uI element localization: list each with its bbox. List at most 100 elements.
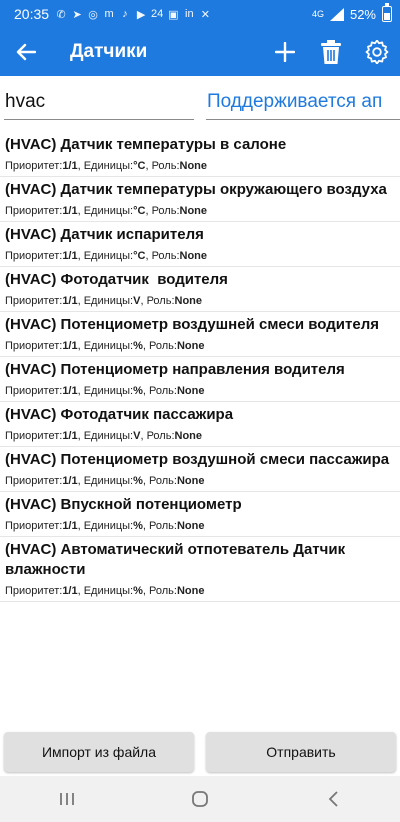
system-nav-bar <box>0 776 400 822</box>
sensor-name: (HVAC) Автоматический отпотеватель Датчи… <box>5 541 346 578</box>
role-label: , Роль: <box>142 340 177 352</box>
settings-button[interactable] <box>354 28 400 76</box>
list-item[interactable]: (HVAC) Фотодатчик водителя Приоритет:1/1… <box>0 267 400 312</box>
sensor-list: (HVAC) Датчик температуры в салоне Приор… <box>0 132 400 602</box>
sensor-meta: Приоритет:1/1, Единицы:V, Роль:None <box>5 290 396 311</box>
battery-icon <box>382 3 392 22</box>
home-button[interactable] <box>170 779 230 819</box>
sensor-meta: Приоритет:1/1, Единицы:V, Роль:None <box>5 425 396 446</box>
sensor-name: (HVAC) Фотодатчик пассажира <box>5 406 234 423</box>
priority-value: 1/1 <box>62 295 78 307</box>
delete-button[interactable] <box>308 28 354 76</box>
list-item[interactable]: (HVAC) Автоматический отпотеватель Датчи… <box>0 537 400 602</box>
priority-value: 1/1 <box>62 585 78 597</box>
priority-label: Приоритет: <box>5 295 63 307</box>
plus-icon <box>275 42 295 62</box>
sensor-name: (HVAC) Потенциометр воздушной смеси пасс… <box>5 451 390 468</box>
app-bar-actions <box>262 28 400 76</box>
list-item[interactable]: (HVAC) Впускной потенциометр Приоритет:1… <box>0 492 400 537</box>
recent-apps-icon <box>59 793 74 805</box>
priority-value: 1/1 <box>62 385 78 397</box>
role-value: None <box>179 205 208 217</box>
units-value: % <box>133 385 143 397</box>
role-label: , Роль: <box>145 205 180 217</box>
battery-percent: 52% <box>349 6 376 22</box>
sensor-name: (HVAC) Датчик испарителя <box>5 226 204 243</box>
role-label: , Роль: <box>142 585 177 597</box>
notification-icon: ▶ <box>136 8 146 21</box>
search-input[interactable] <box>4 84 194 120</box>
priority-label: Приоритет: <box>5 205 63 217</box>
network-label: 4G <box>311 9 324 19</box>
trash-icon <box>321 40 341 64</box>
list-item[interactable]: (HVAC) Датчик температуры в салоне Приор… <box>0 132 400 177</box>
signal-icon <box>329 7 344 21</box>
notification-icon: ✕ <box>200 8 210 21</box>
list-item[interactable]: (HVAC) Фотодатчик пассажира Приоритет:1/… <box>0 402 400 447</box>
recent-apps-button[interactable] <box>37 779 97 819</box>
units-label: , Единицы: <box>77 430 134 442</box>
notification-icon: m <box>104 8 114 20</box>
support-filter-select[interactable]: Поддерживается ап <box>206 84 400 120</box>
gear-icon <box>365 40 389 64</box>
list-item[interactable]: (HVAC) Потенциометр воздушней смеси води… <box>0 312 400 357</box>
list-item[interactable]: (HVAC) Датчик испарителя Приоритет:1/1, … <box>0 222 400 267</box>
units-label: , Единицы: <box>77 385 134 397</box>
units-label: , Единицы: <box>77 475 134 487</box>
priority-label: Приоритет: <box>5 430 63 442</box>
back-button[interactable] <box>0 28 52 76</box>
units-label: , Единицы: <box>77 520 134 532</box>
list-item[interactable]: (HVAC) Датчик температуры окружающего во… <box>0 177 400 222</box>
units-label: , Единицы: <box>77 160 134 172</box>
priority-label: Приоритет: <box>5 160 63 172</box>
sensor-meta: Приоритет:1/1, Единицы:°C, Роль:None <box>5 155 396 176</box>
units-value: °C <box>133 160 146 172</box>
notification-icons: ✆ ➤ ◎ m ♪ ▶ 24 ▣ in ✕ <box>55 8 211 21</box>
role-label: , Роль: <box>145 250 180 262</box>
priority-value: 1/1 <box>62 340 78 352</box>
bottom-action-bar: Импорт из файла Отправить <box>0 732 400 774</box>
list-item[interactable]: (HVAC) Потенциометр воздушной смеси пасс… <box>0 447 400 492</box>
sensor-meta: Приоритет:1/1, Единицы:%, Роль:None <box>5 580 396 601</box>
notification-icon: ♪ <box>122 8 128 20</box>
priority-value: 1/1 <box>62 250 78 262</box>
role-value: None <box>176 340 205 352</box>
sensor-meta: Приоритет:1/1, Единицы:%, Роль:None <box>5 380 396 401</box>
priority-label: Приоритет: <box>5 520 63 532</box>
priority-value: 1/1 <box>62 160 78 172</box>
role-label: , Роль: <box>142 385 177 397</box>
send-button[interactable]: Отправить <box>206 732 396 772</box>
search-row: Поддерживается ап <box>0 84 400 124</box>
role-value: None <box>179 250 208 262</box>
notification-icon: ➤ <box>72 8 82 21</box>
list-item[interactable]: (HVAC) Потенциометр направления водителя… <box>0 357 400 402</box>
notification-icon: ✆ <box>56 8 66 21</box>
sensor-meta: Приоритет:1/1, Единицы:%, Роль:None <box>5 470 396 491</box>
units-value: % <box>133 340 143 352</box>
units-value: °C <box>133 250 146 262</box>
units-value: % <box>133 585 143 597</box>
priority-value: 1/1 <box>62 205 78 217</box>
notification-icon: 24 <box>151 8 164 20</box>
back-nav-button[interactable] <box>303 779 363 819</box>
role-label: , Роль: <box>140 430 175 442</box>
role-label: , Роль: <box>145 160 180 172</box>
role-value: None <box>176 475 205 487</box>
role-value: None <box>176 385 205 397</box>
import-from-file-button[interactable]: Импорт из файла <box>4 732 194 772</box>
units-label: , Единицы: <box>77 340 134 352</box>
role-value: None <box>174 430 203 442</box>
priority-label: Приоритет: <box>5 340 63 352</box>
role-label: , Роль: <box>142 475 177 487</box>
sensor-name: (HVAC) Потенциометр направления водителя <box>5 361 345 378</box>
sensor-name: (HVAC) Впускной потенциометр <box>5 496 242 513</box>
add-button[interactable] <box>262 28 308 76</box>
chevron-left-icon <box>329 791 338 807</box>
sensor-name: (HVAC) Датчик температуры в салоне <box>5 136 287 153</box>
role-value: None <box>176 585 205 597</box>
units-label: , Единицы: <box>77 250 134 262</box>
notification-icon: ◎ <box>88 8 98 21</box>
role-value: None <box>174 295 203 307</box>
priority-label: Приоритет: <box>5 475 63 487</box>
status-bar: 20:35 ✆ ➤ ◎ m ♪ ▶ 24 ▣ in ✕ 4G 52% <box>0 0 400 28</box>
